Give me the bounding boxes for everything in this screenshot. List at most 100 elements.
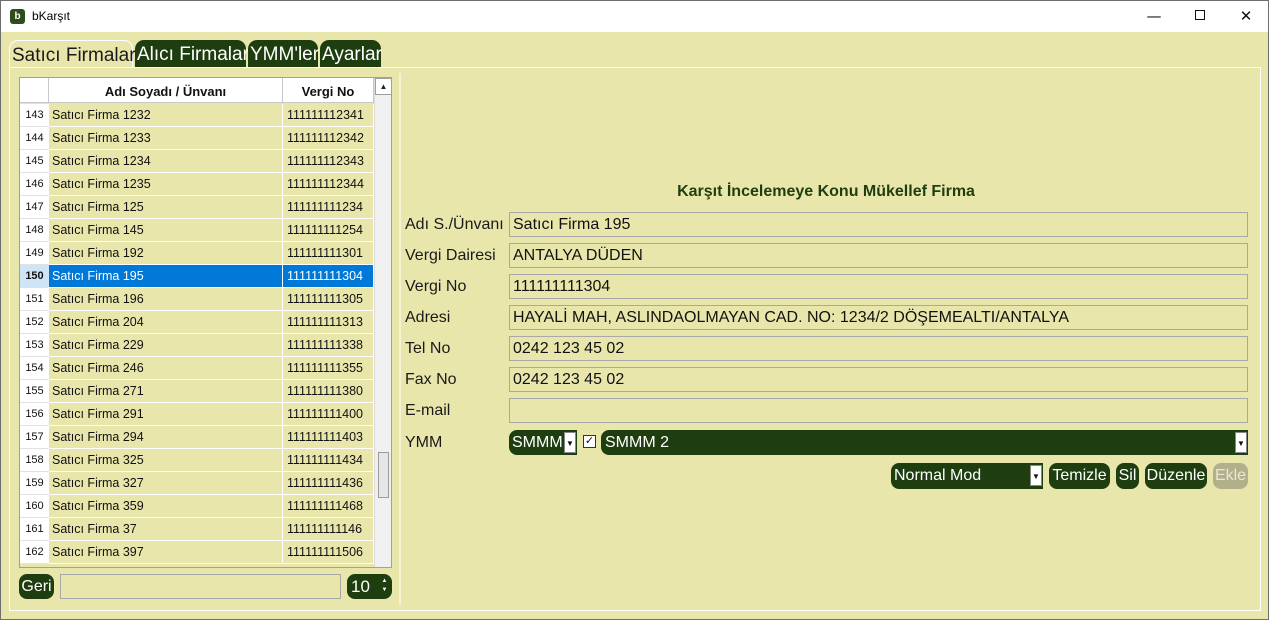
- name-field[interactable]: Satıcı Firma 195: [509, 212, 1248, 237]
- tax-number-field[interactable]: 111111111304: [509, 274, 1248, 299]
- vergi-no-cell: 111111111305: [283, 288, 374, 311]
- form-title: Karşıt İncelemeye Konu Mükellef Firma: [677, 183, 975, 200]
- mode-dropdown[interactable]: Normal Mod ▼: [891, 463, 1043, 489]
- firm-name-cell: Satıcı Firma 1232: [49, 104, 283, 127]
- tel-field[interactable]: 0242 123 45 02: [509, 336, 1248, 361]
- column-header-vergi-no[interactable]: Vergi No: [283, 78, 374, 103]
- name-label: Adı S./Ünvanı: [405, 216, 504, 233]
- firm-name-cell: Satıcı Firma 397: [49, 541, 283, 564]
- firm-name-cell: Satıcı Firma 1233: [49, 127, 283, 150]
- row-number: 151: [20, 288, 49, 311]
- firm-name-cell: Satıcı Firma 195: [49, 265, 283, 288]
- table-row[interactable]: 149 Satıcı Firma 192 111111111301: [20, 242, 374, 265]
- table-row[interactable]: 156 Satıcı Firma 291 111111111400: [20, 403, 374, 426]
- table-row[interactable]: 147 Satıcı Firma 125 111111111234: [20, 196, 374, 219]
- fax-field[interactable]: 0242 123 45 02: [509, 367, 1248, 392]
- firm-name-cell: Satıcı Firma 192: [49, 242, 283, 265]
- grid-body: 143 Satıcı Firma 1232 111111112341 144 Satıc…: [20, 104, 374, 564]
- vergi-no-cell: 111111111254: [283, 219, 374, 242]
- edit-button[interactable]: Düzenle: [1145, 463, 1207, 489]
- table-row[interactable]: 144 Satıcı Firma 1233 111111112342: [20, 127, 374, 150]
- address-field[interactable]: HAYALİ MAH, ASLINDAOLMAYAN CAD. NO: 1234…: [509, 305, 1248, 330]
- ymm-label: YMM: [405, 434, 443, 451]
- clear-button[interactable]: Temizle: [1049, 463, 1110, 489]
- table-row[interactable]: 154 Satıcı Firma 246 111111111355: [20, 357, 374, 380]
- firm-name-cell: Satıcı Firma 294: [49, 426, 283, 449]
- vergi-no-cell: 111111111436: [283, 472, 374, 495]
- fax-label: Fax No: [405, 371, 457, 388]
- email-field[interactable]: [509, 398, 1248, 423]
- ymm-type-dropdown[interactable]: SMMM ▼: [509, 430, 577, 455]
- table-row[interactable]: 143 Satıcı Firma 1232 111111112341: [20, 104, 374, 127]
- vergi-no-cell: 111111111301: [283, 242, 374, 265]
- table-row[interactable]: 158 Satıcı Firma 325 111111111434: [20, 449, 374, 472]
- table-row[interactable]: 155 Satıcı Firma 271 111111111380: [20, 380, 374, 403]
- mode-value: Normal Mod: [894, 467, 982, 484]
- delete-button[interactable]: Sil: [1116, 463, 1139, 489]
- table-row[interactable]: 152 Satıcı Firma 204 111111111313: [20, 311, 374, 334]
- close-button[interactable]: ✕: [1223, 1, 1269, 32]
- vergi-no-cell: 111111112342: [283, 127, 374, 150]
- table-row[interactable]: 160 Satıcı Firma 359 111111111468: [20, 495, 374, 518]
- table-row[interactable]: 162 Satıcı Firma 397 111111111506: [20, 541, 374, 564]
- row-number: 158: [20, 449, 49, 472]
- firm-name-cell: Satıcı Firma 204: [49, 311, 283, 334]
- scroll-thumb[interactable]: [378, 452, 389, 498]
- close-icon: ✕: [1239, 7, 1253, 25]
- tel-label: Tel No: [405, 340, 451, 357]
- chevron-down-icon[interactable]: ▼: [1235, 432, 1247, 453]
- table-row[interactable]: 150 Satıcı Firma 195 111111111304: [20, 265, 374, 288]
- column-header-name[interactable]: Adı Soyadı / Ünvanı: [49, 78, 283, 103]
- maximize-button[interactable]: [1177, 1, 1223, 32]
- firm-name-cell: Satıcı Firma 145: [49, 219, 283, 242]
- table-row[interactable]: 151 Satıcı Firma 196 111111111305: [20, 288, 374, 311]
- table-row[interactable]: 161 Satıcı Firma 37 111111111146: [20, 518, 374, 541]
- tax-office-field[interactable]: ANTALYA DÜDEN: [509, 243, 1248, 268]
- tab-alici-firmalar[interactable]: Alıcı Firmalar: [135, 40, 249, 68]
- chevron-down-icon[interactable]: ▼: [1030, 465, 1042, 486]
- app-icon: b: [10, 9, 25, 24]
- row-number: 145: [20, 150, 49, 173]
- vergi-no-cell: 111111111146: [283, 518, 374, 541]
- ymm-dropdown[interactable]: SMMM 2 ▼: [601, 430, 1248, 455]
- ymm-checkbox[interactable]: ✓: [583, 435, 596, 448]
- table-row[interactable]: 157 Satıcı Firma 294 111111111403: [20, 426, 374, 449]
- firm-name-cell: Satıcı Firma 229: [49, 334, 283, 357]
- row-number: 144: [20, 127, 49, 150]
- tab-ayarlar[interactable]: Ayarlar: [320, 40, 382, 68]
- table-row[interactable]: 148 Satıcı Firma 145 111111111254: [20, 219, 374, 242]
- panel-divider: [399, 73, 401, 605]
- minimize-icon: —: [1146, 7, 1162, 25]
- spinner-arrows-icon[interactable]: ▲ ▼: [380, 577, 389, 596]
- scroll-up-icon[interactable]: ▲: [375, 78, 391, 95]
- vergi-no-cell: 111111111506: [283, 541, 374, 564]
- vergi-no-cell: 111111111234: [283, 196, 374, 219]
- row-number: 147: [20, 196, 49, 219]
- minimize-button[interactable]: —: [1131, 1, 1177, 32]
- tab-satici-firmalar[interactable]: Satıcı Firmalar: [9, 40, 136, 68]
- firm-name-cell: Satıcı Firma 196: [49, 288, 283, 311]
- tab-ymmler[interactable]: YMM'ler: [248, 40, 319, 68]
- back-button[interactable]: Geri: [19, 574, 54, 599]
- chevron-down-icon[interactable]: ▼: [564, 432, 576, 453]
- row-number: 160: [20, 495, 49, 518]
- vergi-no-cell: 111111111313: [283, 311, 374, 334]
- page-input[interactable]: [60, 574, 341, 599]
- firm-name-cell: Satıcı Firma 1235: [49, 173, 283, 196]
- firm-name-cell: Satıcı Firma 1234: [49, 150, 283, 173]
- table-row[interactable]: 145 Satıcı Firma 1234 111111112343: [20, 150, 374, 173]
- page-size-spinner[interactable]: 10 ▲ ▼: [347, 574, 392, 599]
- table-row[interactable]: 159 Satıcı Firma 327 111111111436: [20, 472, 374, 495]
- firm-name-cell: Satıcı Firma 291: [49, 403, 283, 426]
- row-number: 153: [20, 334, 49, 357]
- row-number: 148: [20, 219, 49, 242]
- table-row[interactable]: 146 Satıcı Firma 1235 111111112344: [20, 173, 374, 196]
- row-number: 162: [20, 541, 49, 564]
- row-number: 149: [20, 242, 49, 265]
- grid-scrollbar[interactable]: ▲: [374, 78, 391, 567]
- add-button[interactable]: Ekle: [1213, 463, 1248, 489]
- ymm-type-value: SMMM: [512, 434, 563, 451]
- window-title: bKarşıt: [32, 9, 71, 23]
- tax-number-label: Vergi No: [405, 278, 467, 295]
- table-row[interactable]: 153 Satıcı Firma 229 111111111338: [20, 334, 374, 357]
